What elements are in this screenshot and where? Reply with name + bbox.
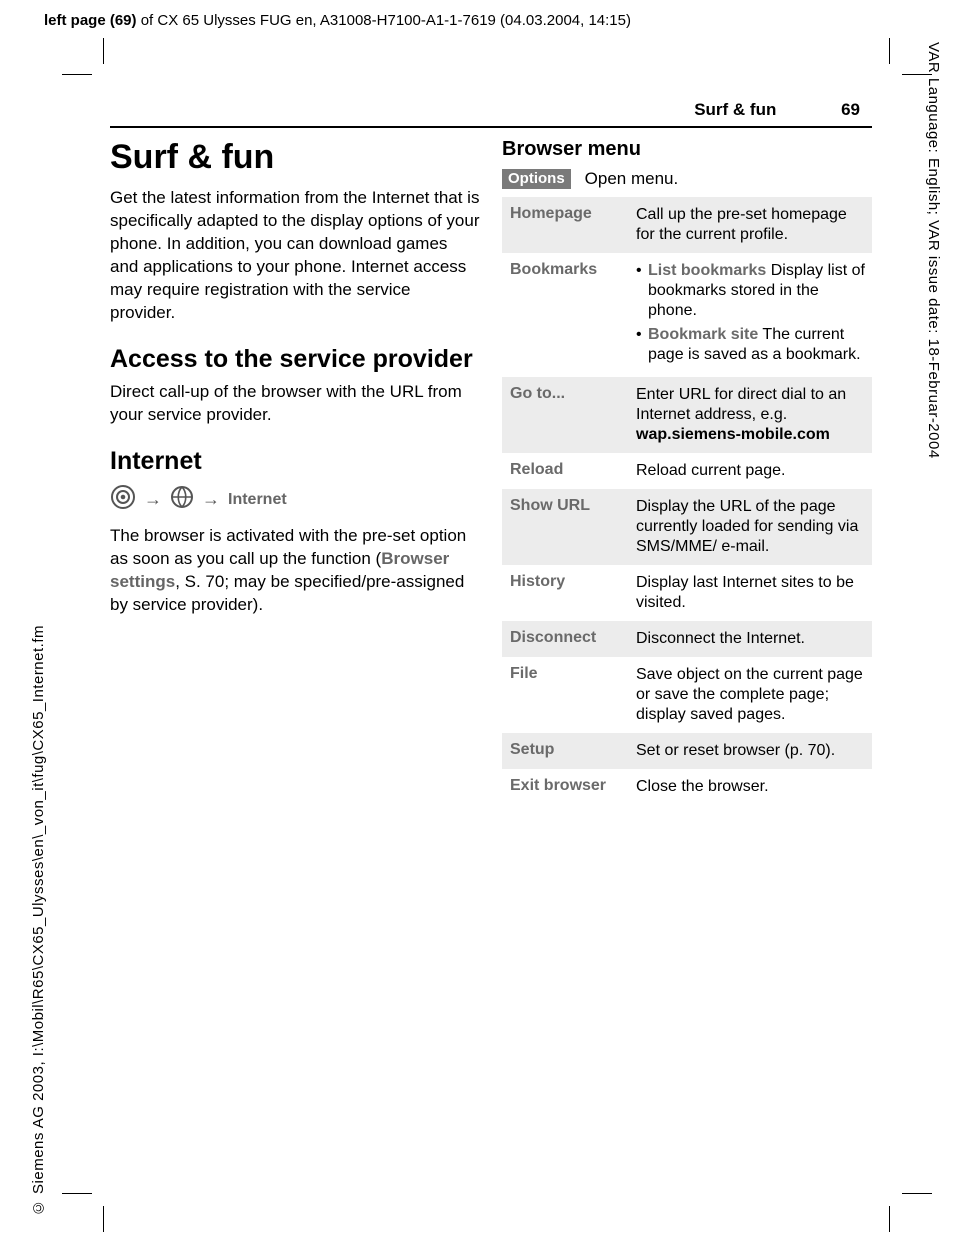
table-row: Go to... Enter URL for direct dial to an… [502, 377, 872, 453]
globe-icon [170, 485, 194, 514]
table-row: Reload Reload current page. [502, 453, 872, 489]
menu-desc: Disconnect the Internet. [636, 629, 866, 649]
heading-internet: Internet [110, 447, 480, 476]
crop-mark [62, 1193, 92, 1194]
list-item: Bookmark site The current page is saved … [636, 325, 866, 365]
table-row: File Save object on the current page or … [502, 657, 872, 733]
table-row: Bookmarks List bookmarks Display list of… [502, 253, 872, 377]
page-title: Surf & fun [110, 138, 480, 177]
crop-mark [902, 1193, 932, 1194]
options-row: Options Open menu. [502, 169, 872, 189]
crop-mark [62, 74, 92, 75]
table-row: Disconnect Disconnect the Internet. [502, 621, 872, 657]
left-margin-note: © Siemens AG 2003, I:\Mobil\R65\CX65_Uly… [30, 625, 47, 1216]
running-page-number: 69 [841, 100, 860, 119]
nav-path: → → Internet [110, 484, 480, 515]
menu-desc: Set or reset browser (p. 70). [636, 741, 866, 761]
running-section: Surf & fun [694, 100, 776, 119]
doc-source-rest: of CX 65 Ulysses FUG en, A31008-H7100-A1… [137, 12, 631, 29]
crop-mark [889, 1206, 890, 1232]
paragraph-access-provider: Direct call-up of the browser with the U… [110, 381, 480, 427]
left-column: Surf & fun Get the latest information fr… [110, 138, 480, 805]
page-content: Surf & fun 69 Surf & fun Get the latest … [110, 100, 872, 805]
bold-text: wap.siemens-mobile.com [636, 426, 830, 443]
heading-browser-menu: Browser menu [502, 138, 872, 161]
menu-label: Disconnect [510, 629, 626, 649]
menu-label: History [510, 573, 626, 613]
intro-paragraph: Get the latest information from the Inte… [110, 187, 480, 325]
menu-label: Show URL [510, 497, 626, 557]
lead: Bookmark site [648, 326, 758, 343]
table-row: Setup Set or reset browser (p. 70). [502, 733, 872, 769]
menu-label: Setup [510, 741, 626, 761]
nav-label-internet: Internet [228, 491, 287, 509]
paragraph-internet: The browser is activated with the pre-se… [110, 525, 480, 617]
options-description: Open menu. [585, 169, 679, 189]
target-icon [110, 484, 136, 515]
menu-label: Reload [510, 461, 626, 481]
menu-label: Bookmarks [510, 261, 626, 369]
menu-desc: Reload current page. [636, 461, 866, 481]
menu-desc: Call up the pre-set homepage for the cur… [636, 205, 866, 245]
list-item: List bookmarks Display list of bookmarks… [636, 261, 866, 321]
menu-label: File [510, 665, 626, 725]
menu-desc: Display last Internet sites to be visite… [636, 573, 866, 613]
crop-mark [902, 74, 932, 75]
crop-mark [103, 1206, 104, 1232]
menu-label: Exit browser [510, 777, 626, 797]
right-margin-note: VAR Language: English; VAR issue date: 1… [925, 42, 942, 459]
options-softkey-badge: Options [502, 169, 571, 189]
menu-label: Homepage [510, 205, 626, 245]
table-row: Homepage Call up the pre-set homepage fo… [502, 197, 872, 253]
running-head: Surf & fun 69 [110, 100, 872, 120]
menu-desc: Save object on the current page or save … [636, 665, 866, 725]
right-column: Browser menu Options Open menu. Homepage… [502, 138, 872, 805]
doc-source-prefix: left page (69) [44, 12, 137, 29]
table-row: Show URL Display the URL of the page cur… [502, 489, 872, 565]
menu-desc: Enter URL for direct dial to an Internet… [636, 385, 866, 445]
arrow-icon: → [144, 489, 162, 510]
header-rule [110, 126, 872, 128]
two-column-layout: Surf & fun Get the latest information fr… [110, 138, 872, 805]
crop-mark [103, 38, 104, 64]
menu-desc: Close the browser. [636, 777, 866, 797]
table-row: History Display last Internet sites to b… [502, 565, 872, 621]
heading-access-provider: Access to the service provider [110, 345, 480, 374]
arrow-icon: → [202, 489, 220, 510]
menu-desc: Display the URL of the page currently lo… [636, 497, 866, 557]
menu-label: Go to... [510, 385, 626, 445]
doc-source-header: left page (69) of CX 65 Ulysses FUG en, … [44, 12, 631, 29]
browser-menu-table: Homepage Call up the pre-set homepage fo… [502, 197, 872, 805]
lead: List bookmarks [648, 262, 766, 279]
crop-mark [889, 38, 890, 64]
menu-desc: List bookmarks Display list of bookmarks… [636, 261, 866, 369]
table-row: Exit browser Close the browser. [502, 769, 872, 805]
text: Enter URL for direct dial to an Internet… [636, 386, 846, 423]
